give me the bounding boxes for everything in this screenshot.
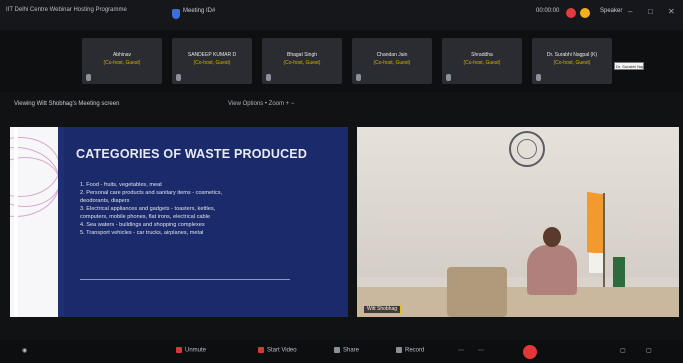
view-toggle-button[interactable]: Speaker bbox=[600, 8, 622, 14]
share-icon bbox=[334, 347, 340, 353]
meeting-timer: 00:00:00 bbox=[536, 8, 560, 14]
record-label: Record bbox=[405, 347, 425, 354]
screen-share-bar: Viewing Witt Shobhag's Meeting screen Vi… bbox=[0, 96, 683, 116]
shared-slide: CATEGORIES OF WASTE PRODUCED 1. Food - f… bbox=[10, 127, 348, 317]
video-off-icon bbox=[258, 347, 264, 353]
participant-name: Bhagat Singh bbox=[286, 52, 318, 58]
list-item: 5. Transport vehicles - car trucks, airp… bbox=[80, 230, 204, 236]
unmute-label: Unmute bbox=[185, 347, 207, 354]
slide-bullet-list: 1. Food - fruits, vegetables, meat 2. Pe… bbox=[80, 181, 342, 237]
mic-off-icon bbox=[176, 347, 182, 353]
participant-tile[interactable]: SANDEEP KUMAR D (Co-host, Guest) bbox=[172, 38, 252, 84]
maximize-button[interactable]: □ bbox=[648, 7, 653, 16]
participant-status: (Co-host, Guest) bbox=[373, 60, 411, 66]
status-icon[interactable] bbox=[580, 8, 590, 18]
minimize-button[interactable]: – bbox=[628, 7, 632, 16]
participant-name: Chandan Jain bbox=[376, 52, 408, 58]
muted-mic-icon bbox=[446, 74, 451, 81]
title-bar: IIT Delhi Centre Webinar Hosting Program… bbox=[0, 0, 683, 30]
muted-mic-icon bbox=[86, 74, 91, 81]
record-icon bbox=[396, 347, 402, 353]
chair bbox=[447, 267, 507, 317]
participant-name: SANDEEP KUMAR D bbox=[187, 52, 237, 58]
participant-name: Shraddha bbox=[471, 52, 493, 58]
list-item: computers, mobile phones, flat irons, el… bbox=[80, 214, 210, 220]
start-video-label: Start Video bbox=[267, 347, 297, 354]
desk bbox=[357, 287, 679, 317]
share-label: Share bbox=[343, 347, 360, 354]
flag-white bbox=[589, 253, 603, 273]
app-title: IIT Delhi Centre Webinar Hosting Program… bbox=[6, 7, 127, 13]
participant-status: (Co-host, Guest) bbox=[103, 60, 141, 66]
slide-title: CATEGORIES OF WASTE PRODUCED bbox=[76, 147, 308, 161]
slide-decoration bbox=[10, 127, 58, 317]
list-item: deodorants, diapers bbox=[80, 198, 130, 204]
participant-tile[interactable]: Dr. Surabhi Nagpal (K) (Co-host, Guest) bbox=[532, 38, 612, 84]
participant-status: (Co-host, Guest) bbox=[553, 60, 591, 66]
muted-mic-icon bbox=[266, 74, 271, 81]
reactions-button[interactable]: ⋯ bbox=[478, 347, 484, 354]
participant-tooltip: Dr. Surabhi Nagpal bbox=[614, 62, 644, 70]
participants-icon[interactable]: ▢ bbox=[620, 347, 626, 354]
muted-mic-icon bbox=[176, 74, 181, 81]
muted-mic-icon bbox=[356, 74, 361, 81]
participants-strip: Abhinav (Co-host, Guest) SANDEEP KUMAR D… bbox=[0, 30, 683, 92]
slide-divider bbox=[58, 127, 64, 317]
share-button[interactable]: Share bbox=[334, 347, 359, 354]
meeting-info[interactable]: Meeting ID# bbox=[183, 8, 215, 14]
list-item: 2. Personal care products and sanitary i… bbox=[80, 190, 223, 196]
participant-name: Dr. Surabhi Nagpal (K) bbox=[546, 52, 598, 58]
flag-green bbox=[613, 257, 625, 287]
flag-icon bbox=[587, 191, 603, 255]
muted-mic-icon bbox=[536, 74, 541, 81]
shield-icon[interactable] bbox=[172, 9, 180, 19]
participant-status: (Co-host, Guest) bbox=[463, 60, 501, 66]
close-button[interactable]: ✕ bbox=[668, 7, 675, 16]
more-button[interactable]: ⋯ bbox=[458, 347, 464, 354]
list-item: 1. Food - fruits, vegetables, meat bbox=[80, 182, 162, 188]
emblem-inner bbox=[517, 139, 537, 159]
list-item: 4. Sea waters - buildings and shopping c… bbox=[80, 222, 205, 228]
participant-tile[interactable]: Bhagat Singh (Co-host, Guest) bbox=[262, 38, 342, 84]
slide-underline bbox=[80, 279, 290, 280]
speaker-head bbox=[543, 227, 561, 247]
start-video-button[interactable]: Start Video bbox=[258, 347, 297, 354]
speaker-video[interactable]: Witt Shobhag bbox=[357, 127, 679, 317]
meeting-toolbar: ◉ Unmute Start Video Share Record ⋯ ⋯ ▢ … bbox=[0, 340, 683, 363]
security-icon[interactable]: ◉ bbox=[22, 347, 27, 354]
participant-status: (Co-host, Guest) bbox=[193, 60, 231, 66]
recording-icon[interactable] bbox=[566, 8, 576, 18]
unmute-button[interactable]: Unmute bbox=[176, 347, 206, 354]
view-options-button[interactable]: View Options • Zoom + − bbox=[228, 101, 294, 107]
record-button[interactable]: Record bbox=[396, 347, 424, 354]
speaker-name-tag: Witt Shobhag bbox=[363, 305, 402, 314]
participant-status: (Co-host, Guest) bbox=[283, 60, 321, 66]
participant-name: Abhinav bbox=[112, 52, 132, 58]
participant-tile[interactable]: Shraddha (Co-host, Guest) bbox=[442, 38, 522, 84]
participant-tile[interactable]: Abhinav (Co-host, Guest) bbox=[82, 38, 162, 84]
list-item: 3. Electrical appliances and gadgets - t… bbox=[80, 206, 216, 212]
chat-icon[interactable]: ▢ bbox=[646, 347, 652, 354]
end-call-button[interactable] bbox=[523, 345, 537, 359]
speaker-body bbox=[527, 245, 577, 295]
participant-tile[interactable]: Chandan Jain (Co-host, Guest) bbox=[352, 38, 432, 84]
viewing-label: Viewing Witt Shobhag's Meeting screen bbox=[14, 101, 120, 107]
